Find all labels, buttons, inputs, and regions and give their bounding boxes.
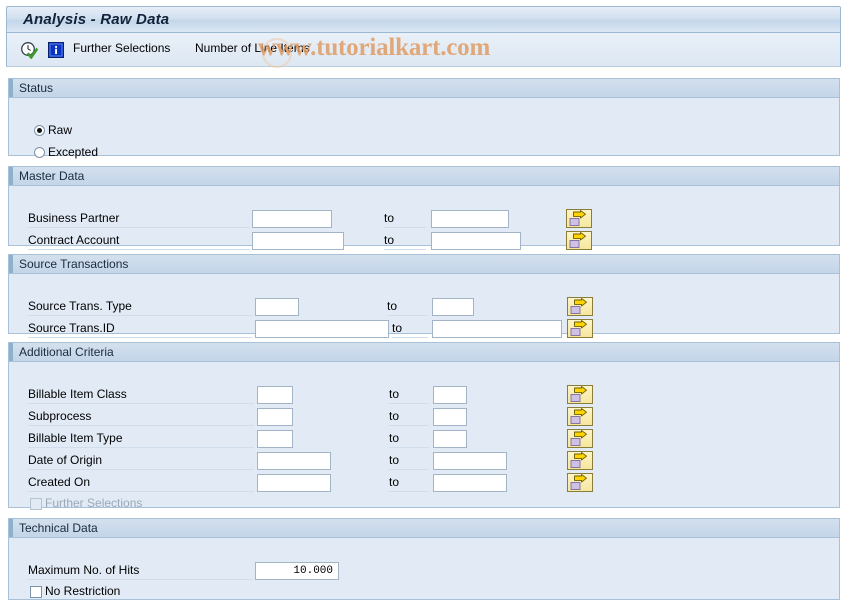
to-label-business-partner: to xyxy=(384,210,426,228)
input-source-trans-id-from[interactable] xyxy=(255,320,389,338)
to-label-date-of-origin: to xyxy=(389,452,429,470)
section-additional-criteria-header: Additional Criteria xyxy=(9,343,839,362)
radio-raw-indicator xyxy=(34,125,45,136)
label-source-trans-id: Source Trans.ID xyxy=(28,320,252,338)
input-source-trans-type-to[interactable] xyxy=(432,298,474,316)
toolbar: Further Selections Number of Line Items xyxy=(6,33,841,67)
input-subprocess-from[interactable] xyxy=(257,408,293,426)
radio-raw-label: Raw xyxy=(48,123,73,137)
multi-select-billable-item-class[interactable] xyxy=(567,385,593,404)
radio-excepted-indicator xyxy=(34,147,45,158)
to-label-subprocess: to xyxy=(389,408,429,426)
input-source-trans-id-to[interactable] xyxy=(432,320,562,338)
input-billable-item-type-from[interactable] xyxy=(257,430,293,448)
clock-check-icon[interactable] xyxy=(20,41,39,60)
input-subprocess-to[interactable] xyxy=(433,408,467,426)
radio-excepted-label: Excepted xyxy=(48,145,99,159)
label-contract-account: Contract Account xyxy=(28,232,250,250)
multi-select-source-trans-type[interactable] xyxy=(567,297,593,316)
input-date-of-origin-to[interactable] xyxy=(433,452,507,470)
checkbox-no-restriction-box xyxy=(30,586,42,598)
input-billable-item-type-to[interactable] xyxy=(433,430,467,448)
checkbox-further-selections-label: Further Selections xyxy=(45,496,143,510)
section-status-header: Status xyxy=(9,79,839,98)
input-contract-account-to[interactable] xyxy=(431,232,521,250)
section-master-data-header: Master Data xyxy=(9,167,839,186)
label-billable-item-type: Billable Item Type xyxy=(28,430,254,448)
section-source-transactions-title: Source Transactions xyxy=(19,257,129,271)
to-label-contract-account: to xyxy=(384,232,426,250)
multi-select-contract-account[interactable] xyxy=(566,231,592,250)
info-icon[interactable] xyxy=(47,41,65,59)
to-label-source-trans-type: to xyxy=(387,298,427,316)
section-technical-data-title: Technical Data xyxy=(19,521,98,535)
window-title-bar: Analysis - Raw Data xyxy=(6,6,841,33)
multi-select-business-partner[interactable] xyxy=(566,209,592,228)
page-title: Analysis - Raw Data xyxy=(23,11,170,28)
input-business-partner-from[interactable] xyxy=(252,210,332,228)
to-label-billable-item-type: to xyxy=(389,430,429,448)
section-status-title: Status xyxy=(19,81,54,95)
input-contract-account-from[interactable] xyxy=(252,232,344,250)
label-date-of-origin: Date of Origin xyxy=(28,452,254,470)
input-maximum-no-of-hits[interactable]: 10.000 xyxy=(255,562,339,580)
label-billable-item-class: Billable Item Class xyxy=(28,386,254,404)
section-additional-criteria-title: Additional Criteria xyxy=(19,345,114,359)
label-created-on: Created On xyxy=(28,474,254,492)
multi-select-billable-item-type[interactable] xyxy=(567,429,593,448)
input-business-partner-to[interactable] xyxy=(431,210,509,228)
to-label-billable-item-class: to xyxy=(389,386,429,404)
input-created-on-to[interactable] xyxy=(433,474,507,492)
input-date-of-origin-from[interactable] xyxy=(257,452,331,470)
section-source-transactions-header: Source Transactions xyxy=(9,255,839,274)
section-master-data-title: Master Data xyxy=(19,169,85,183)
section-additional-criteria: Additional Criteria Billable Item Class … xyxy=(8,342,840,510)
label-business-partner: Business Partner xyxy=(28,210,250,228)
section-source-transactions: Source Transactions Source Trans. Type t… xyxy=(8,254,840,338)
section-status: Status Raw Excepted xyxy=(8,78,840,159)
multi-select-date-of-origin[interactable] xyxy=(567,451,593,470)
input-billable-item-class-from[interactable] xyxy=(257,386,293,404)
label-maximum-no-of-hits: Maximum No. of Hits xyxy=(28,562,252,580)
to-label-source-trans-id: to xyxy=(392,320,428,338)
multi-select-source-trans-id[interactable] xyxy=(567,319,593,338)
to-label-created-on: to xyxy=(389,474,429,492)
label-subprocess: Subprocess xyxy=(28,408,254,426)
toolbar-further-selections-button[interactable]: Further Selections xyxy=(73,41,170,55)
checkbox-further-selections-box xyxy=(30,498,42,510)
multi-select-subprocess[interactable] xyxy=(567,407,593,426)
label-source-trans-type: Source Trans. Type xyxy=(28,298,252,316)
input-billable-item-class-to[interactable] xyxy=(433,386,467,404)
toolbar-number-of-line-items-button[interactable]: Number of Line Items xyxy=(195,41,310,55)
checkbox-no-restriction-label: No Restriction xyxy=(45,584,121,598)
section-technical-data-header: Technical Data xyxy=(9,519,839,538)
multi-select-created-on[interactable] xyxy=(567,473,593,492)
section-technical-data: Technical Data Maximum No. of Hits 10.00… xyxy=(8,518,840,600)
section-master-data: Master Data Business Partner to Contract… xyxy=(8,166,840,250)
input-source-trans-type-from[interactable] xyxy=(255,298,299,316)
input-created-on-from[interactable] xyxy=(257,474,331,492)
